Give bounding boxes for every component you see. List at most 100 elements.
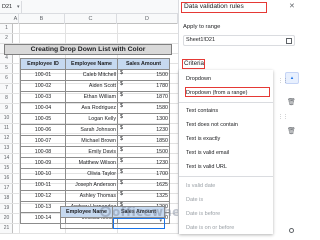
header-employee-id[interactable]: Employee ID xyxy=(20,58,66,70)
sales-amount-cell[interactable]: $1230 xyxy=(117,124,170,136)
chevron-down-icon[interactable]: ▾ xyxy=(17,1,20,13)
menu-item[interactable]: Is valid date xyxy=(179,181,273,192)
employee-id-cell[interactable]: 100-13 xyxy=(20,201,66,213)
currency-symbol: $ xyxy=(120,136,123,143)
employee-name-cell[interactable]: Matthew Wilson xyxy=(65,157,118,169)
formula-bar: D21 ▾ xyxy=(0,0,178,14)
sales-amount-value: 1325 xyxy=(156,193,168,199)
sales-amount-value: 1500 xyxy=(156,72,168,78)
employee-id-cell[interactable]: 100-04 xyxy=(20,102,66,114)
employee-name-cell[interactable]: Ethan William xyxy=(65,91,118,103)
table-row: 100-11 Joseph Anderson $1625 xyxy=(20,179,170,191)
menu-item[interactable]: Text does not contain xyxy=(179,120,273,131)
table-row: 100-03 Ethan William $1870 xyxy=(20,91,170,103)
employee-id-cell[interactable]: 100-05 xyxy=(20,113,66,125)
currency-symbol: $ xyxy=(120,81,123,88)
employee-name-cell[interactable]: Aiden Scott xyxy=(65,80,118,92)
close-icon[interactable]: ✕ xyxy=(289,2,295,10)
employee-name-cell[interactable]: Sarah Johnson xyxy=(65,124,118,136)
chevron-up-icon: ▴ xyxy=(290,75,294,81)
sales-amount-cell[interactable]: $1870 xyxy=(117,91,170,103)
menu-item[interactable]: Text is valid URL xyxy=(179,162,273,173)
dropdown-header-amount[interactable]: Sales Amount xyxy=(112,206,165,218)
sales-amount-cell[interactable]: $1580 xyxy=(117,102,170,114)
sales-amount-cell[interactable]: $1700 xyxy=(117,168,170,180)
sales-amount-value: 1300 xyxy=(156,116,168,122)
sales-amount-cell[interactable]: $1500 xyxy=(117,146,170,158)
drag-handle-icon[interactable]: ⋮⋮ xyxy=(278,114,288,120)
sales-amount-cell[interactable]: $1850 xyxy=(117,135,170,147)
table-row: 100-02 Aiden Scott $1780 xyxy=(20,80,170,92)
menu-item[interactable]: Text contains xyxy=(179,106,273,117)
employee-id-cell[interactable]: 100-12 xyxy=(20,190,66,202)
criteria-label: Criteria xyxy=(182,59,205,69)
table-header-row: Employee ID Employee Name Sales Amount xyxy=(20,58,170,70)
sales-amount-cell[interactable]: $1625 xyxy=(117,179,170,191)
employee-id-cell[interactable]: 100-14 xyxy=(20,212,66,224)
employee-id-cell[interactable]: 100-11 xyxy=(20,179,66,191)
menu-item[interactable]: Date is xyxy=(179,195,273,206)
employee-name-cell[interactable]: Logan Kelly xyxy=(65,113,118,125)
grid-select-icon[interactable] xyxy=(286,38,292,44)
employee-id-cell[interactable]: 100-10 xyxy=(20,168,66,180)
sales-amount-cell[interactable]: $1780 xyxy=(117,80,170,92)
table-row: 100-04 Ava Rodriguez $1580 xyxy=(20,102,170,114)
sales-amount-cell[interactable]: $1230 xyxy=(117,157,170,169)
range-value: Sheet1!D21 xyxy=(186,37,216,43)
employee-name-cell[interactable]: Caleb Mitchell xyxy=(65,69,118,81)
trash-icon[interactable]: 🗑 xyxy=(287,98,296,106)
menu-item[interactable]: Dropdown xyxy=(179,74,273,85)
gridline xyxy=(13,33,178,34)
table-row: 100-05 Logan Kelly $1300 xyxy=(20,113,170,125)
dropdown-cell-amount[interactable]: ▾ xyxy=(112,217,165,229)
table-row: 100-10 Olivia Taylor $1700 xyxy=(20,168,170,180)
employee-id-cell[interactable]: 100-09 xyxy=(20,157,66,169)
table-row: 100-06 Sarah Johnson $1230 xyxy=(20,124,170,136)
header-employee-name[interactable]: Employee Name xyxy=(65,58,118,70)
currency-symbol: $ xyxy=(120,191,123,198)
currency-symbol: $ xyxy=(120,114,123,121)
menu-item[interactable]: Text is valid email xyxy=(179,148,273,159)
employee-id-cell[interactable]: 100-03 xyxy=(20,91,66,103)
menu-item[interactable]: Date is on or before xyxy=(179,223,273,234)
table-row: 100-12 Ashley Thomas $1325 xyxy=(20,190,170,202)
radio-icon[interactable] xyxy=(289,228,294,233)
employee-id-cell[interactable]: 100-08 xyxy=(20,146,66,158)
dropdown-cell-name[interactable] xyxy=(60,217,113,229)
drag-handle-icon[interactable]: ⋮⋮ xyxy=(278,78,288,84)
range-input[interactable]: Sheet1!D21 xyxy=(183,35,295,46)
dropdown-table: Employee Name Sales Amount ▾ xyxy=(60,206,165,229)
column-header-d[interactable]: D xyxy=(117,14,178,24)
employee-id-cell[interactable]: 100-07 xyxy=(20,135,66,147)
sales-amount-value: 1780 xyxy=(156,83,168,89)
employee-id-cell[interactable]: 100-06 xyxy=(20,124,66,136)
sheet-title[interactable]: Creating Drop Down List with Color xyxy=(4,44,172,55)
sales-amount-value: 1850 xyxy=(156,138,168,144)
column-header-b[interactable]: B xyxy=(19,14,65,24)
trash-icon[interactable]: 🗑 xyxy=(287,127,296,135)
employee-name-cell[interactable]: Olivia Taylor xyxy=(65,168,118,180)
employee-name-cell[interactable]: Joseph Anderson xyxy=(65,179,118,191)
menu-item[interactable]: Text is exactly xyxy=(179,134,273,145)
currency-symbol: $ xyxy=(120,180,123,187)
menu-item[interactable]: Dropdown (from a range) xyxy=(179,88,273,99)
employee-name-cell[interactable]: Emily Davis xyxy=(65,146,118,158)
currency-symbol: $ xyxy=(120,70,123,77)
column-headers: A B C D xyxy=(0,14,178,24)
employee-name-cell[interactable]: Ava Rodriguez xyxy=(65,102,118,114)
employee-name-cell[interactable]: Michael Brown xyxy=(65,135,118,147)
sales-amount-cell[interactable]: $1325 xyxy=(117,190,170,202)
data-validation-panel: Data validation rules ✕ Apply to range S… xyxy=(178,0,300,234)
employee-name-cell[interactable]: Ashley Thomas xyxy=(65,190,118,202)
gridline xyxy=(13,233,178,234)
table-row: 100-08 Emily Davis $1500 xyxy=(20,146,170,158)
dropdown-arrow-icon[interactable]: ▾ xyxy=(159,219,162,225)
header-sales-amount[interactable]: Sales Amount xyxy=(117,58,170,70)
sales-amount-cell[interactable]: $1300 xyxy=(117,113,170,125)
menu-item[interactable]: Date is before xyxy=(179,209,273,220)
column-header-c[interactable]: C xyxy=(65,14,117,24)
sales-amount-cell[interactable]: $1500 xyxy=(117,69,170,81)
employee-id-cell[interactable]: 100-01 xyxy=(20,69,66,81)
row-header[interactable]: 21 xyxy=(0,223,13,234)
employee-id-cell[interactable]: 100-02 xyxy=(20,80,66,92)
